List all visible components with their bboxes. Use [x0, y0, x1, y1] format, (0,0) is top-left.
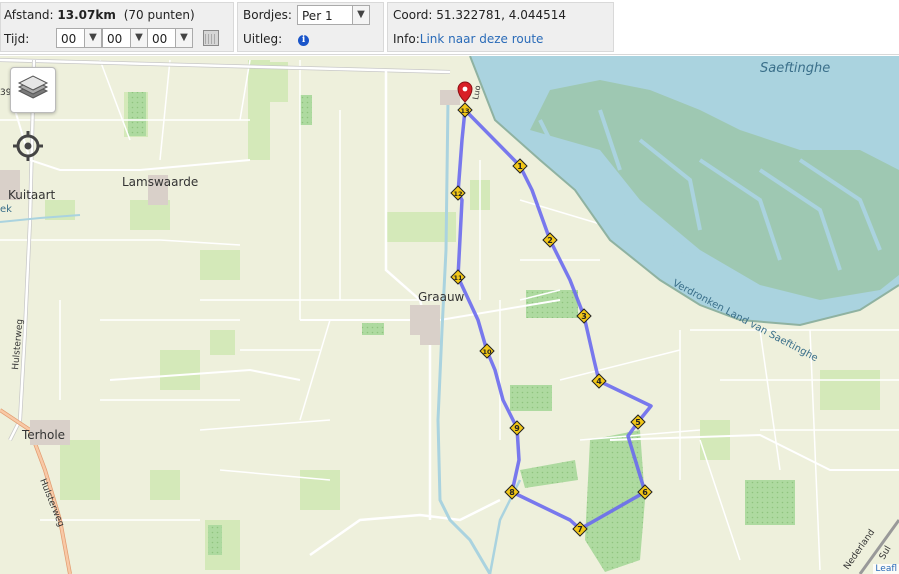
waypoint-label: 6 — [642, 488, 648, 497]
signs-panel: Bordjes: Per 1 ▼ Uitleg: i — [237, 2, 384, 52]
chevron-down-icon: ▼ — [84, 29, 101, 47]
waypoint-label: 4 — [596, 377, 602, 386]
waypoint-label: 12 — [453, 190, 462, 198]
points-count: (70 punten) — [123, 8, 195, 22]
distance-row: Afstand: 13.07km (70 punten) — [4, 3, 195, 27]
saeftinghe-label: Saeftinghe — [760, 61, 830, 76]
layers-icon — [17, 75, 49, 99]
info-label: Info: — [393, 32, 420, 46]
coords-panel: Coord: 51.322781, 4.044514 Info:Link naa… — [387, 2, 614, 52]
waypoint-label: 2 — [547, 236, 553, 245]
route-link[interactable]: Link naar deze route — [420, 32, 544, 46]
signs-row: Bordjes: Per 1 ▼ — [243, 3, 381, 27]
attribution[interactable]: Leafl — [873, 564, 899, 574]
coord-row: Coord: 51.322781, 4.044514 — [393, 3, 566, 27]
minutes-select[interactable]: 00 ▼ — [102, 28, 148, 48]
seconds-value: 00 — [152, 32, 168, 46]
info-row: Info:Link naar deze route — [393, 27, 543, 51]
chevron-down-icon: ▼ — [352, 6, 369, 24]
legend-label: Uitleg: — [243, 32, 283, 46]
hours-value: 00 — [61, 32, 77, 46]
seconds-select[interactable]: 00 ▼ — [147, 28, 193, 48]
waypoint-label: 7 — [577, 525, 583, 534]
chevron-down-icon: ▼ — [130, 29, 147, 47]
signs-label: Bordjes: — [243, 8, 292, 22]
locate-button[interactable] — [12, 130, 44, 162]
waypoint-label: 9 — [514, 424, 520, 433]
waypoint-label: 13 — [460, 107, 469, 115]
legend-row: Uitleg: i — [243, 27, 310, 51]
time-label: Tijd: — [4, 32, 30, 46]
signs-select[interactable]: Per 1 ▼ — [297, 5, 370, 25]
graauw-label: Graauw — [418, 290, 465, 304]
chevron-down-icon: ▼ — [175, 29, 192, 47]
waypoint-label: 3 — [581, 312, 587, 321]
map-canvas[interactable]: Saeftinghe Lamswaarde Kuitaart Graauw Te… — [0, 56, 899, 574]
waypoint-label: 8 — [509, 488, 515, 497]
hours-select[interactable]: 00 ▼ — [56, 28, 102, 48]
creek-label: ek — [0, 204, 12, 215]
waypoint-label: 10 — [482, 348, 492, 356]
distance-value: 13.07km — [57, 8, 116, 22]
waypoint-label: 5 — [635, 418, 641, 427]
waypoint-label: 1 — [517, 162, 523, 171]
distance-label: Afstand: — [4, 8, 54, 22]
waypoint-label: 11 — [453, 274, 463, 282]
kuitaart-label: Kuitaart — [8, 188, 56, 202]
toolbar: Afstand: 13.07km (70 punten) Tijd: 00 ▼ … — [0, 0, 899, 55]
minutes-value: 00 — [107, 32, 123, 46]
signs-value: Per 1 — [302, 9, 333, 23]
coord-value: 51.322781, 4.044514 — [436, 8, 567, 22]
coord-label: Coord: — [393, 8, 433, 22]
layers-button[interactable] — [10, 67, 56, 113]
calendar-icon[interactable] — [203, 30, 219, 46]
info-icon[interactable]: i — [298, 35, 310, 46]
lamswaarde-label: Lamswaarde — [122, 175, 198, 189]
attribution-text[interactable]: Leafl — [875, 564, 897, 574]
terhole-label: Terhole — [21, 428, 65, 442]
stats-panel: Afstand: 13.07km (70 punten) Tijd: 00 ▼ … — [0, 2, 234, 52]
crosshair-icon — [13, 131, 43, 161]
time-row: Tijd: 00 ▼ 00 ▼ 00 ▼ — [4, 27, 230, 51]
route-map[interactable]: Saeftinghe Lamswaarde Kuitaart Graauw Te… — [0, 56, 899, 574]
